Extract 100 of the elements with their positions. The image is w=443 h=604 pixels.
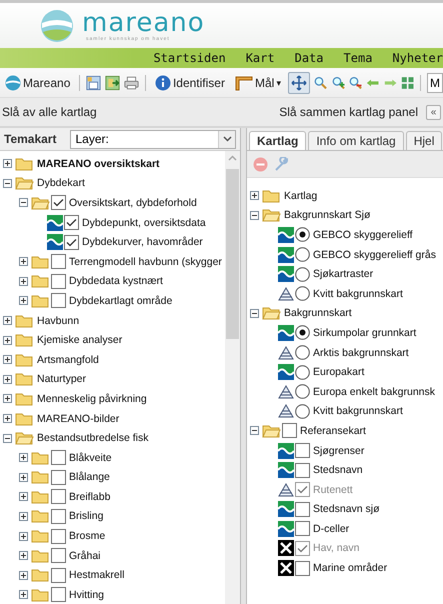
- zoom-in-icon[interactable]: [332, 74, 345, 90]
- layer-label[interactable]: Menneskelig påvirkning: [35, 392, 147, 405]
- checkbox[interactable]: [51, 587, 66, 602]
- checkbox[interactable]: [51, 470, 66, 485]
- checkbox[interactable]: [51, 568, 66, 583]
- layer-label[interactable]: Dybdekartlagt område: [67, 294, 172, 307]
- layer-label[interactable]: Bestandsutbredelse fisk: [35, 432, 148, 444]
- nav-link[interactable]: Kart: [246, 51, 275, 65]
- radio-button[interactable]: [295, 247, 310, 262]
- checkbox[interactable]: [51, 489, 66, 504]
- layer-label[interactable]: Brisling: [67, 510, 104, 522]
- expand-icon[interactable]: [3, 159, 12, 168]
- scrollbar[interactable]: [225, 151, 240, 604]
- radio-button[interactable]: [295, 325, 310, 340]
- layer-label[interactable]: Sirkumpolar grunnkart: [311, 326, 416, 339]
- layer-label[interactable]: Bakgrunnskart: [282, 307, 352, 320]
- expand-icon[interactable]: [19, 570, 28, 580]
- layer-label[interactable]: MAREANO oversiktskart: [35, 158, 160, 170]
- layer-label[interactable]: Marine områder: [311, 562, 388, 574]
- nav-link[interactable]: Tema: [344, 51, 372, 65]
- layer-label[interactable]: Bakgrunnskart Sjø: [282, 209, 370, 222]
- layer-label[interactable]: Arktis bakgrunnskart: [311, 346, 409, 359]
- collapse-icon[interactable]: [250, 426, 259, 436]
- export-map-icon[interactable]: [105, 74, 120, 92]
- layer-label[interactable]: Kvitt bakgrunnskart: [311, 288, 403, 300]
- layer-label[interactable]: Kartlag: [282, 190, 318, 202]
- layer-label[interactable]: Dybdekart: [35, 177, 85, 190]
- tab[interactable]: Hjel: [406, 131, 442, 150]
- layer-label[interactable]: Brosme: [67, 530, 106, 542]
- checkbox[interactable]: [282, 423, 297, 438]
- radio-button[interactable]: [295, 364, 310, 380]
- checkbox[interactable]: [51, 528, 66, 544]
- expand-icon[interactable]: [19, 512, 28, 521]
- layer-label[interactable]: Hvitting: [67, 588, 104, 601]
- layer-label[interactable]: Oversiktskart, dybdeforhold: [67, 196, 197, 209]
- layer-label[interactable]: Blålange: [67, 471, 110, 484]
- layer-label[interactable]: Blåkveite: [67, 452, 112, 464]
- layer-label[interactable]: Dybdedata kystnært: [67, 275, 163, 288]
- measure-button[interactable]: Mål ▾: [232, 72, 284, 94]
- full-extent-icon[interactable]: [400, 74, 414, 90]
- layer-label[interactable]: Gråhai: [67, 550, 101, 562]
- layer-label[interactable]: Hestmakrell: [67, 569, 124, 582]
- expand-icon[interactable]: [19, 532, 28, 541]
- nav-link[interactable]: Data: [294, 51, 324, 65]
- layer-label[interactable]: Stedsnavn: [311, 464, 363, 476]
- layer-label[interactable]: D-celler: [311, 522, 350, 535]
- radio-button[interactable]: [295, 266, 310, 282]
- layer-label[interactable]: Kjemiske analyser: [35, 334, 122, 346]
- pan-button[interactable]: [288, 72, 310, 94]
- layer-label[interactable]: Sjøgrenser: [311, 444, 364, 457]
- layer-label[interactable]: Naturtyper: [35, 373, 86, 386]
- layer-label[interactable]: Dybdepunkt, oversiktsdata: [80, 216, 206, 229]
- save-map-icon[interactable]: [86, 74, 102, 92]
- radio-button[interactable]: [295, 227, 310, 242]
- identify-button[interactable]: Identifiser: [152, 72, 228, 94]
- collapse-button[interactable]: «: [426, 104, 441, 120]
- expand-icon[interactable]: [3, 374, 12, 384]
- collapse-icon[interactable]: [250, 210, 259, 220]
- layer-label[interactable]: Terrengmodell havbunn (skygger: [67, 256, 222, 268]
- mareano-button[interactable]: Mareano: [2, 72, 74, 94]
- expand-icon[interactable]: [19, 257, 28, 266]
- radio-button[interactable]: [295, 384, 310, 400]
- layer-label[interactable]: Referansekart: [298, 424, 366, 437]
- checkbox[interactable]: [51, 195, 66, 210]
- checkbox[interactable]: [64, 234, 79, 250]
- expand-icon[interactable]: [3, 336, 12, 345]
- layer-label[interactable]: Stedsnavn sjø: [311, 503, 380, 516]
- checkbox[interactable]: [51, 274, 66, 289]
- expand-icon[interactable]: [3, 414, 12, 424]
- hide-all-layers-link[interactable]: Slå av alle kartlag: [2, 105, 97, 119]
- layer-label[interactable]: Europa enkelt bakgrunnsk: [311, 386, 435, 398]
- checkbox[interactable]: [295, 560, 310, 576]
- tab[interactable]: Info om kartlag: [308, 131, 404, 150]
- layer-label[interactable]: Artsmangfold: [35, 354, 99, 366]
- expand-icon[interactable]: [19, 276, 28, 286]
- collapse-icon[interactable]: [3, 178, 12, 188]
- expand-icon[interactable]: [19, 590, 28, 600]
- expand-icon[interactable]: [3, 316, 12, 326]
- layer-label[interactable]: Havbunn: [35, 314, 80, 327]
- expand-icon[interactable]: [250, 191, 259, 200]
- nav-link[interactable]: Nyheter: [392, 51, 443, 65]
- expand-icon[interactable]: [19, 453, 28, 462]
- toolbar-field[interactable]: M: [427, 72, 443, 92]
- layer-label[interactable]: GEBCO skyggerelieff grås: [311, 248, 436, 261]
- expand-icon[interactable]: [3, 355, 12, 364]
- checkbox[interactable]: [295, 462, 310, 478]
- layer-select[interactable]: Layer:: [70, 130, 236, 148]
- collapse-icon[interactable]: [250, 308, 259, 318]
- layer-label[interactable]: Breiflabb: [67, 490, 110, 503]
- checkbox[interactable]: [51, 293, 66, 308]
- layer-label[interactable]: Sjøkartraster: [311, 268, 374, 280]
- layer-label[interactable]: MAREANO-bilder: [35, 412, 120, 425]
- expand-icon[interactable]: [19, 472, 28, 482]
- checkbox[interactable]: [51, 450, 66, 466]
- layer-label[interactable]: Europakart: [311, 366, 364, 378]
- checkbox[interactable]: [295, 521, 310, 536]
- collapse-icon[interactable]: [19, 198, 28, 208]
- checkbox[interactable]: [64, 215, 79, 230]
- checkbox[interactable]: [51, 508, 66, 524]
- zoom-icon[interactable]: [314, 74, 328, 90]
